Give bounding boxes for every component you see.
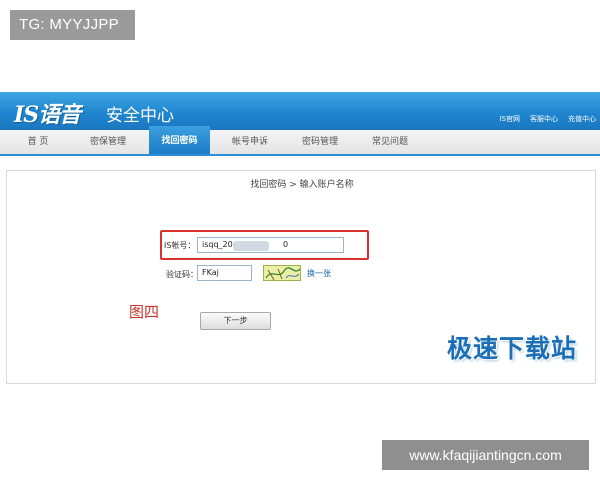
next-step-button[interactable]: 下一步	[200, 312, 271, 330]
tab-faq[interactable]: 常见问题	[360, 130, 420, 154]
header-link-service[interactable]: 客服中心	[530, 114, 558, 124]
account-label: IS帐号：	[164, 241, 196, 250]
account-suffix: 0	[283, 240, 289, 249]
breadcrumb: 找回密码 > 输入账户名称	[250, 180, 354, 190]
captcha-label: 验证码：	[166, 270, 198, 279]
captcha-drawing	[265, 267, 300, 280]
tab-home[interactable]: 首 页	[10, 130, 66, 154]
account-input[interactable]: isqq_20 0	[197, 237, 344, 253]
header-title: 安全中心	[106, 106, 174, 126]
tab-password-manage[interactable]: 密码管理	[290, 130, 350, 154]
tab-recover-password[interactable]: 找回密码	[149, 126, 210, 154]
account-value: isqq_20	[202, 240, 233, 249]
tg-overlay-label: TG: MYYJJPP	[10, 10, 135, 40]
watermark-logo: 极速下载站	[447, 334, 578, 363]
captcha-input[interactable]: FKaj	[197, 265, 252, 281]
header-link-official[interactable]: IS官网	[499, 114, 520, 124]
site-url-overlay: www.kfaqijiantingcn.com	[382, 440, 589, 470]
refresh-captcha-link[interactable]: 换一张	[307, 268, 331, 279]
header-links: IS官网 客服中心 充值中心	[499, 114, 596, 124]
nav-tabs: 首 页 密保管理 找回密码 帐号申诉 密码管理 常见问题	[0, 126, 600, 156]
figure-annotation: 图四	[129, 303, 160, 321]
tab-security-question[interactable]: 密保管理	[78, 130, 138, 154]
tab-account-appeal[interactable]: 帐号申诉	[220, 130, 280, 154]
header-link-recharge[interactable]: 充值中心	[568, 114, 596, 124]
recover-panel: 找回密码 > 输入账户名称 IS帐号： isqq_20 0 验证码： FKaj …	[6, 170, 596, 384]
blurred-region	[233, 241, 269, 251]
is-logo: IS语音	[14, 102, 81, 128]
captcha-image[interactable]	[263, 265, 301, 281]
screenshot-frame: IS语音 安全中心 IS官网 客服中心 充值中心 首 页 密保管理 找回密码 帐…	[0, 92, 600, 390]
site-header: IS语音 安全中心 IS官网 客服中心 充值中心	[0, 92, 600, 130]
